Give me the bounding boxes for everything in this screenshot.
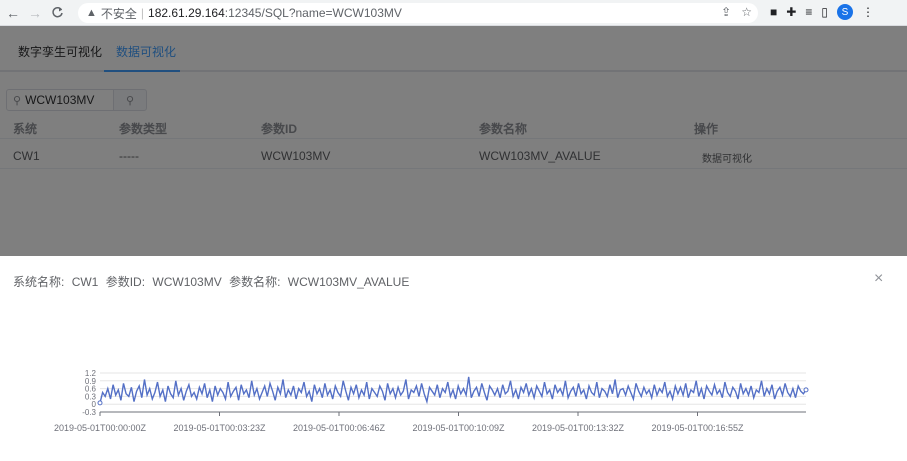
x-tick-label: 2019-05-01T00:06:46Z xyxy=(293,423,386,433)
series-start-point xyxy=(97,400,103,406)
puzzle-icon[interactable]: ✚ xyxy=(786,5,796,19)
reload-icon[interactable] xyxy=(48,4,66,22)
back-icon[interactable]: ← xyxy=(4,4,22,22)
url-path: :12345/SQL?name=WCW103MV xyxy=(224,6,402,20)
side-panel-icon[interactable]: ▯ xyxy=(821,5,828,19)
modal-overlay[interactable] xyxy=(0,26,907,256)
share-icon[interactable]: ⇪ xyxy=(721,5,731,19)
security-label[interactable]: 不安全 xyxy=(101,5,137,22)
series-end-point xyxy=(803,387,809,393)
forward-icon[interactable]: → xyxy=(26,4,44,22)
y-tick-label: -0.3 xyxy=(82,408,96,417)
x-tick-label: 2019-05-01T00:03:23Z xyxy=(173,423,266,433)
url-host: 182.61.29.164 xyxy=(148,6,225,20)
address-separator: | xyxy=(140,6,145,20)
x-tick-label: 2019-05-01T00:00:00Z xyxy=(54,423,147,433)
reading-list-icon[interactable]: ≡ xyxy=(805,5,812,19)
profile-avatar[interactable]: S xyxy=(836,4,853,20)
line-chart: 1.20.90.60.30-0.32019-05-01T00:00:00Z 201… xyxy=(54,369,809,433)
x-tick-label: 2019-05-01T00:13:32Z xyxy=(532,423,625,433)
warning-icon[interactable]: ▲ xyxy=(86,7,97,19)
extension-icon[interactable]: ■ xyxy=(770,5,777,19)
bookmark-star-icon[interactable]: ☆ xyxy=(741,5,752,19)
browser-toolbar: ← → ▲ 不安全 | 182.61.29.164 :12345/SQL?nam… xyxy=(0,0,907,26)
x-tick-label: 2019-05-01T00:16:55Z xyxy=(651,423,744,433)
address-bar[interactable]: ▲ 不安全 | 182.61.29.164 :12345/SQL?name=WC… xyxy=(78,3,758,23)
x-tick-label: 2019-05-01T00:10:09Z xyxy=(412,423,505,433)
menu-kebab-icon[interactable]: ⋮ xyxy=(862,5,874,19)
